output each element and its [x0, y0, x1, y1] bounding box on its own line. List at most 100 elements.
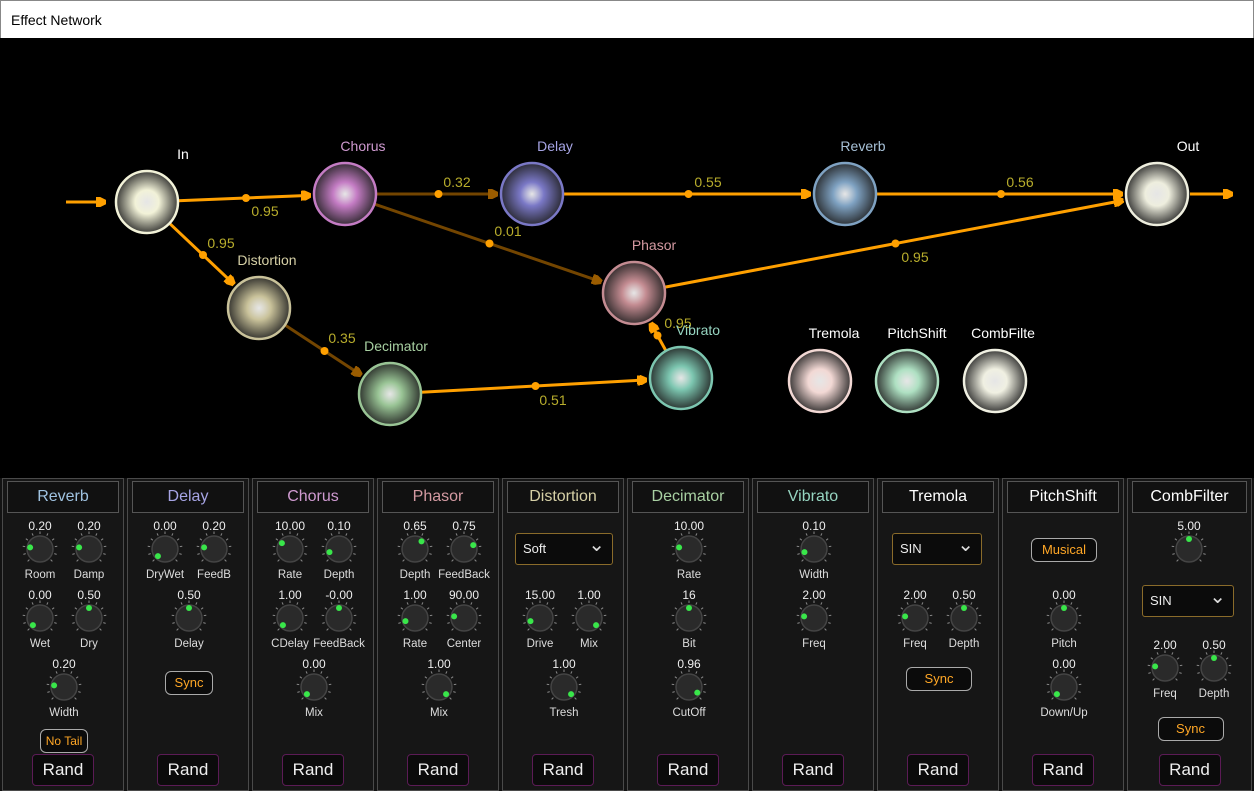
node-pitchshift[interactable] [874, 348, 940, 414]
knob-dial[interactable] [196, 531, 232, 567]
knob-dial[interactable] [421, 669, 457, 705]
knob-dial[interactable] [147, 531, 183, 567]
knob-dial[interactable] [1196, 650, 1232, 686]
rand-button[interactable]: Rand [32, 754, 94, 786]
knob-dial[interactable] [272, 600, 308, 636]
knob-width[interactable]: 0.20 Width [41, 657, 87, 719]
knob-dial[interactable] [446, 600, 482, 636]
edge-weight-label: 0.01 [494, 223, 521, 239]
knob-dial[interactable] [446, 531, 482, 567]
knob-dial[interactable] [22, 531, 58, 567]
knob-down-up[interactable]: 0.00 Down/Up [1040, 657, 1087, 719]
panel-pitchshift: PitchShift Musical 0.00 Pitch 0.00 Down/Up Ran… [1002, 478, 1124, 791]
rand-button[interactable]: Rand [1032, 754, 1094, 786]
node-reverb[interactable] [812, 161, 878, 227]
knob-dial[interactable] [1147, 650, 1183, 686]
knob-depth[interactable]: 0.50 Depth [1191, 638, 1237, 700]
node-combfilter[interactable] [962, 348, 1028, 414]
knob-tresh[interactable]: 1.00 Tresh [541, 657, 587, 719]
knob-dial[interactable] [1171, 531, 1207, 567]
knob-dial[interactable] [1046, 600, 1082, 636]
sync-toggle[interactable]: Sync [1157, 717, 1224, 741]
knob-depth[interactable]: 0.10 Depth [316, 519, 362, 581]
edge-handle[interactable] [684, 190, 693, 198]
knob-dry[interactable]: 0.50 Dry [66, 588, 112, 650]
edge-handle[interactable] [434, 190, 443, 198]
node-tremola[interactable] [787, 348, 853, 414]
knob-dial[interactable] [397, 531, 433, 567]
knob-mix[interactable]: 1.00 Mix [416, 657, 462, 719]
knob-dial[interactable] [546, 669, 582, 705]
knob-value[interactable]: 5.00 [1166, 519, 1212, 581]
edge-handle[interactable] [485, 239, 494, 248]
knob-dial[interactable] [171, 600, 207, 636]
edge-handle[interactable] [242, 194, 250, 202]
knob-rate[interactable]: 10.00 Rate [666, 519, 712, 581]
node-delay[interactable] [499, 161, 565, 227]
edge-handle[interactable] [199, 251, 207, 259]
knob-dial[interactable] [46, 669, 82, 705]
knob-dial[interactable] [796, 600, 832, 636]
knob-center[interactable]: 90.00 Center [441, 588, 487, 650]
node-in[interactable] [114, 169, 180, 235]
knob-dial[interactable] [321, 531, 357, 567]
edge-handle[interactable] [320, 347, 329, 355]
knob-feedback[interactable]: 0.75 FeedBack [438, 519, 490, 581]
knob-feedb[interactable]: 0.20 FeedB [191, 519, 237, 581]
musical-toggle[interactable]: Musical [1031, 538, 1097, 562]
knob-dial[interactable] [321, 600, 357, 636]
knob-dial[interactable] [671, 669, 707, 705]
rand-button[interactable]: Rand [282, 754, 344, 786]
distortion-mode-select[interactable]: Soft ⌄ [515, 533, 613, 565]
knob-mix[interactable]: 1.00 Mix [566, 588, 612, 650]
knob-delay[interactable]: 0.50 Delay [166, 588, 212, 650]
rand-button[interactable]: Rand [532, 754, 594, 786]
knob-pitch[interactable]: 0.00 Pitch [1041, 588, 1087, 650]
knob-freq[interactable]: 2.00 Freq [791, 588, 837, 650]
knob-dial[interactable] [71, 600, 107, 636]
graph-canvas[interactable]: 0.950.950.320.010.55 0.560.950.350.510.95… [0, 38, 1254, 478]
node-phasor[interactable] [601, 260, 667, 326]
rand-button[interactable]: Rand [1158, 754, 1221, 786]
knob-dial[interactable] [397, 600, 433, 636]
knob-dial[interactable] [671, 600, 707, 636]
sync-toggle[interactable]: Sync [165, 671, 213, 695]
rand-button[interactable]: Rand [782, 754, 844, 786]
edge-handle[interactable] [891, 239, 900, 248]
node-decimator[interactable] [357, 361, 423, 427]
rand-button[interactable]: Rand [407, 754, 469, 786]
edge-handle[interactable] [997, 190, 1005, 198]
knob-cutoff[interactable]: 0.96 CutOff [666, 657, 712, 719]
edge-handle[interactable] [653, 331, 662, 340]
effect-network-graph[interactable]: 0.95 0.95 0.32 0.01 0.55 0.56 0.95 0.35 0.51 0.95… [0, 38, 1254, 478]
rand-button[interactable]: Rand [657, 754, 719, 786]
node-out[interactable] [1124, 161, 1190, 227]
no-tail-toggle[interactable]: No Tail [40, 729, 88, 753]
combfilter-mode-select[interactable]: SIN ⌄ [1142, 585, 1234, 617]
knob-dial[interactable] [671, 531, 707, 567]
sync-toggle[interactable]: Sync [906, 667, 972, 691]
node-vibrato[interactable] [648, 345, 714, 411]
knob-width[interactable]: 0.10 Width [791, 519, 837, 581]
rand-button[interactable]: Rand [157, 754, 219, 786]
rand-button[interactable]: Rand [907, 754, 969, 786]
knob-dial[interactable] [272, 531, 308, 567]
edge-handle[interactable] [531, 382, 540, 390]
knob-dial[interactable] [946, 600, 982, 636]
knob-dial[interactable] [71, 531, 107, 567]
knob-dial[interactable] [296, 669, 332, 705]
knob-feedback[interactable]: -0.00 FeedBack [313, 588, 365, 650]
knob-dial[interactable] [522, 600, 558, 636]
knob-dial[interactable] [1046, 669, 1082, 705]
knob-dial[interactable] [897, 600, 933, 636]
knob-dial[interactable] [796, 531, 832, 567]
knob-dial[interactable] [22, 600, 58, 636]
knob-depth[interactable]: 0.50 Depth [941, 588, 987, 650]
tremola-mode-select[interactable]: SIN ⌄ [892, 533, 982, 565]
knob-damp[interactable]: 0.20 Damp [66, 519, 112, 581]
node-chorus[interactable] [312, 161, 378, 227]
knob-dial[interactable] [571, 600, 607, 636]
node-distortion[interactable] [226, 275, 292, 341]
knob-bit[interactable]: 16 Bit [666, 588, 712, 650]
knob-mix[interactable]: 0.00 Mix [291, 657, 337, 719]
